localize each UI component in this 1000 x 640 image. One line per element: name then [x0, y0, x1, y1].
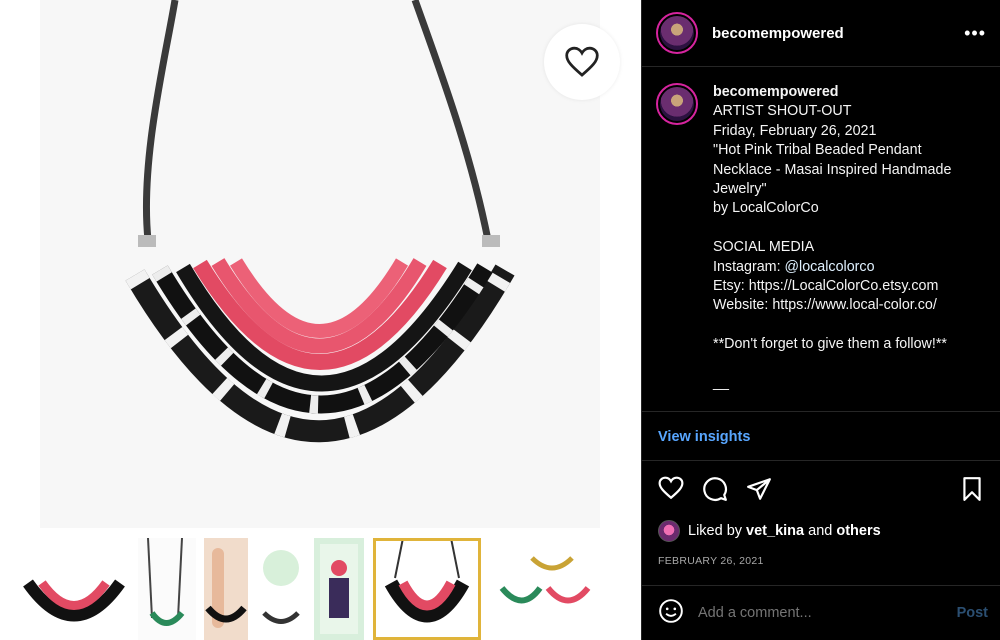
thumbnail-4[interactable]	[256, 538, 306, 640]
caption-line: Jewelry"	[713, 181, 767, 198]
instagram-handle-link[interactable]: @localcolorco	[785, 259, 875, 275]
divider	[642, 460, 1000, 461]
comment-bubble-icon[interactable]	[702, 476, 728, 507]
post-header: becomempowered •••	[642, 0, 1000, 67]
thumbnail-1[interactable]	[20, 538, 128, 640]
divider	[642, 585, 1000, 586]
heart-icon[interactable]	[658, 476, 684, 505]
post-sidebar: becomempowered ••• becomempowered ARTIST…	[641, 0, 1000, 640]
caption-line: ARTIST SHOUT-OUT	[713, 103, 852, 120]
likes-summary: Liked by vet_kina and others	[658, 520, 881, 542]
comment-input[interactable]	[698, 605, 957, 621]
website-line: Website: https://www.local-color.co/	[713, 297, 937, 314]
like-overlay-button[interactable]	[544, 24, 620, 100]
thumbnail-6-selected[interactable]	[373, 538, 481, 640]
heart-icon	[565, 46, 599, 77]
caption-line: Friday, February 26, 2021	[713, 122, 877, 139]
thumbnail-5[interactable]	[314, 538, 364, 640]
comment-bar: Post	[658, 598, 988, 629]
view-insights-link[interactable]: View insights	[658, 429, 750, 445]
caption-line: SOCIAL MEDIA	[713, 239, 815, 256]
liker-avatar[interactable]	[658, 520, 680, 542]
likes-others-link[interactable]: others	[836, 523, 880, 539]
bookmark-icon[interactable]	[960, 476, 984, 507]
etsy-line: Etsy: https://LocalColorCo.etsy.com	[713, 278, 939, 295]
ellipsis-icon[interactable]: •••	[964, 23, 986, 44]
post-media[interactable]	[0, 0, 641, 640]
post-button[interactable]: Post	[957, 605, 988, 621]
action-bar	[658, 476, 988, 502]
thumbnail-2[interactable]	[138, 538, 196, 640]
post-date: FEBRUARY 26, 2021	[658, 555, 764, 567]
caption-avatar[interactable]	[656, 83, 698, 125]
thumbnail-7[interactable]	[492, 538, 600, 640]
caption-line: Necklace - Masai Inspired Handmade	[713, 161, 952, 178]
follow-line: **Don't forget to give them a follow!**	[713, 336, 947, 353]
end-line: __	[713, 375, 729, 392]
liker-username[interactable]: vet_kina	[746, 523, 804, 539]
likes-prefix: Liked by	[688, 523, 743, 539]
thumbnail-strip	[0, 528, 641, 640]
smiley-icon[interactable]	[658, 598, 684, 629]
likes-middle: and	[808, 523, 833, 539]
instagram-prefix: Instagram:	[713, 258, 785, 275]
thumbnail-3[interactable]	[204, 538, 248, 640]
instagram-line: Instagram: @localcolorco	[713, 258, 951, 277]
avatar[interactable]	[656, 12, 698, 54]
caption-username[interactable]: becomempowered	[713, 83, 951, 102]
caption: becomempowered ARTIST SHOUT-OUT Friday, …	[642, 67, 1000, 412]
necklace-photo	[0, 0, 641, 528]
header-username[interactable]: becomempowered	[712, 25, 964, 42]
caption-line: by LocalColorCo	[713, 200, 819, 217]
caption-line: "Hot Pink Tribal Beaded Pendant	[713, 142, 922, 159]
caption-text: becomempowered ARTIST SHOUT-OUT Friday, …	[713, 83, 951, 411]
paper-plane-icon[interactable]	[746, 476, 772, 507]
